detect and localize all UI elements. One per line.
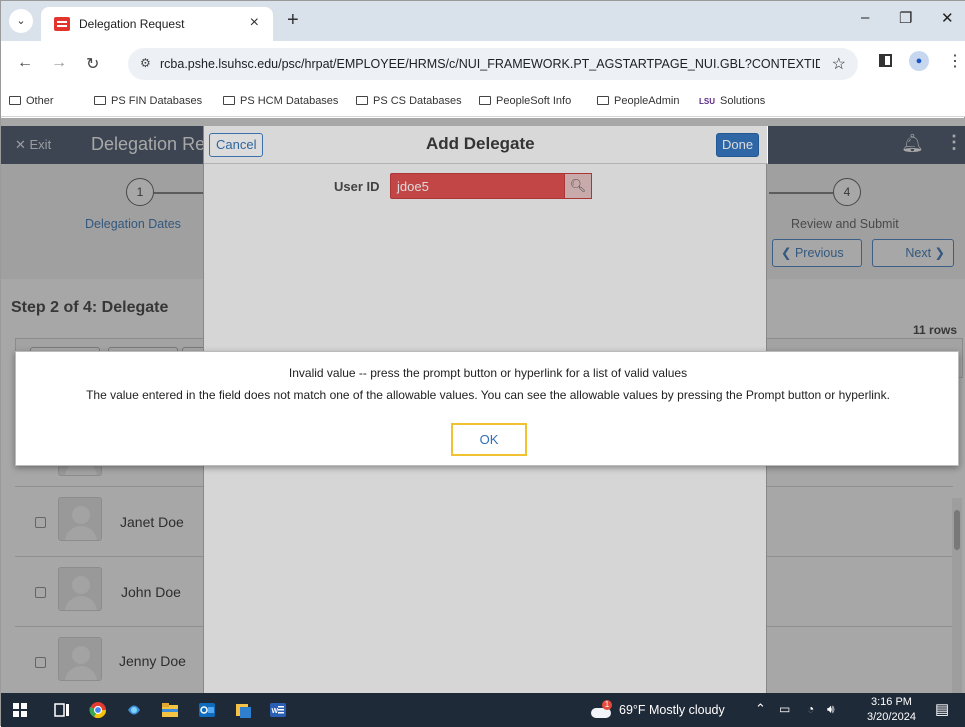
bookmark-ps-hcm[interactable]: PS HCM Databases [223, 95, 338, 107]
svg-text:W: W [272, 708, 279, 715]
chevron-up-icon[interactable]: ⌃ [755, 701, 766, 717]
chrome-icon[interactable] [89, 701, 107, 719]
address-bar[interactable]: ⚙ rcba.pshe.lsuhsc.edu/psc/hrpat/EMPLOYE… [128, 48, 858, 80]
address-row: ← → ↻ ⚙ rcba.pshe.lsuhsc.edu/psc/hrpat/E… [1, 41, 965, 87]
minimize-icon[interactable]: – [861, 9, 869, 26]
tab-search-icon[interactable]: ⌄ [9, 9, 33, 33]
error-message-box: Invalid value -- press the prompt button… [15, 351, 959, 466]
bookmark-solutions[interactable]: LSU Solutions [699, 95, 765, 107]
volume-icon[interactable]: 🔊︎ [827, 702, 835, 717]
weather-badge: 1 [602, 700, 612, 710]
bookmarks-bar: Other PS FIN Databases PS HCM Databases … [1, 87, 965, 117]
tab-bar: ⌄ Delegation Request × + – ❐ ✕ [1, 1, 965, 41]
copilot-icon[interactable] [125, 701, 143, 719]
folder-icon [223, 96, 235, 105]
folder-icon [479, 96, 491, 105]
page-content: ✕ Exit Delegation Request 🔔︎ ⋮ 1 Delegat… [1, 118, 965, 693]
site-favicon-icon [54, 17, 70, 31]
snipping-tool-icon[interactable] [234, 701, 252, 719]
outlook-icon[interactable] [198, 701, 216, 719]
folder-icon [9, 96, 21, 105]
back-arrow-icon[interactable]: ← [17, 54, 33, 72]
bookmark-other[interactable]: Other [9, 95, 54, 107]
bookmark-peoplesoft-info[interactable]: PeopleSoft Info [479, 95, 571, 107]
restore-icon[interactable]: ❐ [899, 9, 912, 27]
clock-date[interactable]: 3/20/2024 [867, 711, 916, 723]
error-message-detail: The value entered in the field does not … [86, 388, 890, 402]
wifi-icon[interactable]: ◔ [807, 702, 814, 716]
weather-text[interactable]: 69°F Mostly cloudy [619, 703, 725, 717]
reload-icon[interactable]: ↻ [86, 54, 99, 74]
clock-time[interactable]: 3:16 PM [871, 696, 912, 708]
weather-icon[interactable]: 1 [591, 700, 613, 718]
window-close-icon[interactable]: ✕ [941, 9, 954, 27]
ok-button[interactable]: OK [451, 423, 527, 456]
notification-center-icon[interactable]: ▤ [935, 700, 949, 718]
url-text[interactable]: rcba.pshe.lsuhsc.edu/psc/hrpat/EMPLOYEE/… [160, 57, 820, 71]
folder-icon [356, 96, 368, 105]
folder-icon [94, 96, 106, 105]
bookmark-ps-cs[interactable]: PS CS Databases [356, 95, 462, 107]
folder-icon [597, 96, 609, 105]
error-message-title: Invalid value -- press the prompt button… [288, 366, 688, 380]
side-panel-icon[interactable] [879, 54, 892, 67]
lsu-logo-icon: LSU [699, 97, 715, 106]
site-settings-icon[interactable]: ⚙ [140, 56, 151, 70]
file-explorer-icon[interactable] [161, 701, 179, 719]
browser-menu-icon[interactable]: ⋮ [947, 51, 963, 71]
bookmark-ps-fin[interactable]: PS FIN Databases [94, 95, 202, 107]
browser-window: ⌄ Delegation Request × + – ❐ ✕ ← → ↻ ⚙ r… [0, 0, 965, 727]
tab-close-icon[interactable]: × [250, 14, 259, 32]
forward-arrow-icon[interactable]: → [51, 54, 67, 72]
profile-avatar-icon[interactable]: ● [909, 51, 929, 71]
browser-tab[interactable]: Delegation Request × [41, 7, 273, 41]
task-view-icon[interactable] [53, 701, 71, 719]
bookmark-star-icon[interactable]: ☆ [832, 54, 846, 74]
tab-title: Delegation Request [79, 17, 185, 31]
battery-icon[interactable]: ▭ [779, 702, 790, 716]
windows-start-icon[interactable] [13, 703, 27, 717]
taskbar: W 1 69°F Mostly cloudy ⌃ ▭ ◔ 🔊︎ 3:16 PM … [1, 693, 965, 727]
word-icon[interactable]: W [269, 701, 287, 719]
new-tab-button[interactable]: + [287, 9, 299, 32]
bookmark-peopleadmin[interactable]: PeopleAdmin [597, 95, 679, 107]
